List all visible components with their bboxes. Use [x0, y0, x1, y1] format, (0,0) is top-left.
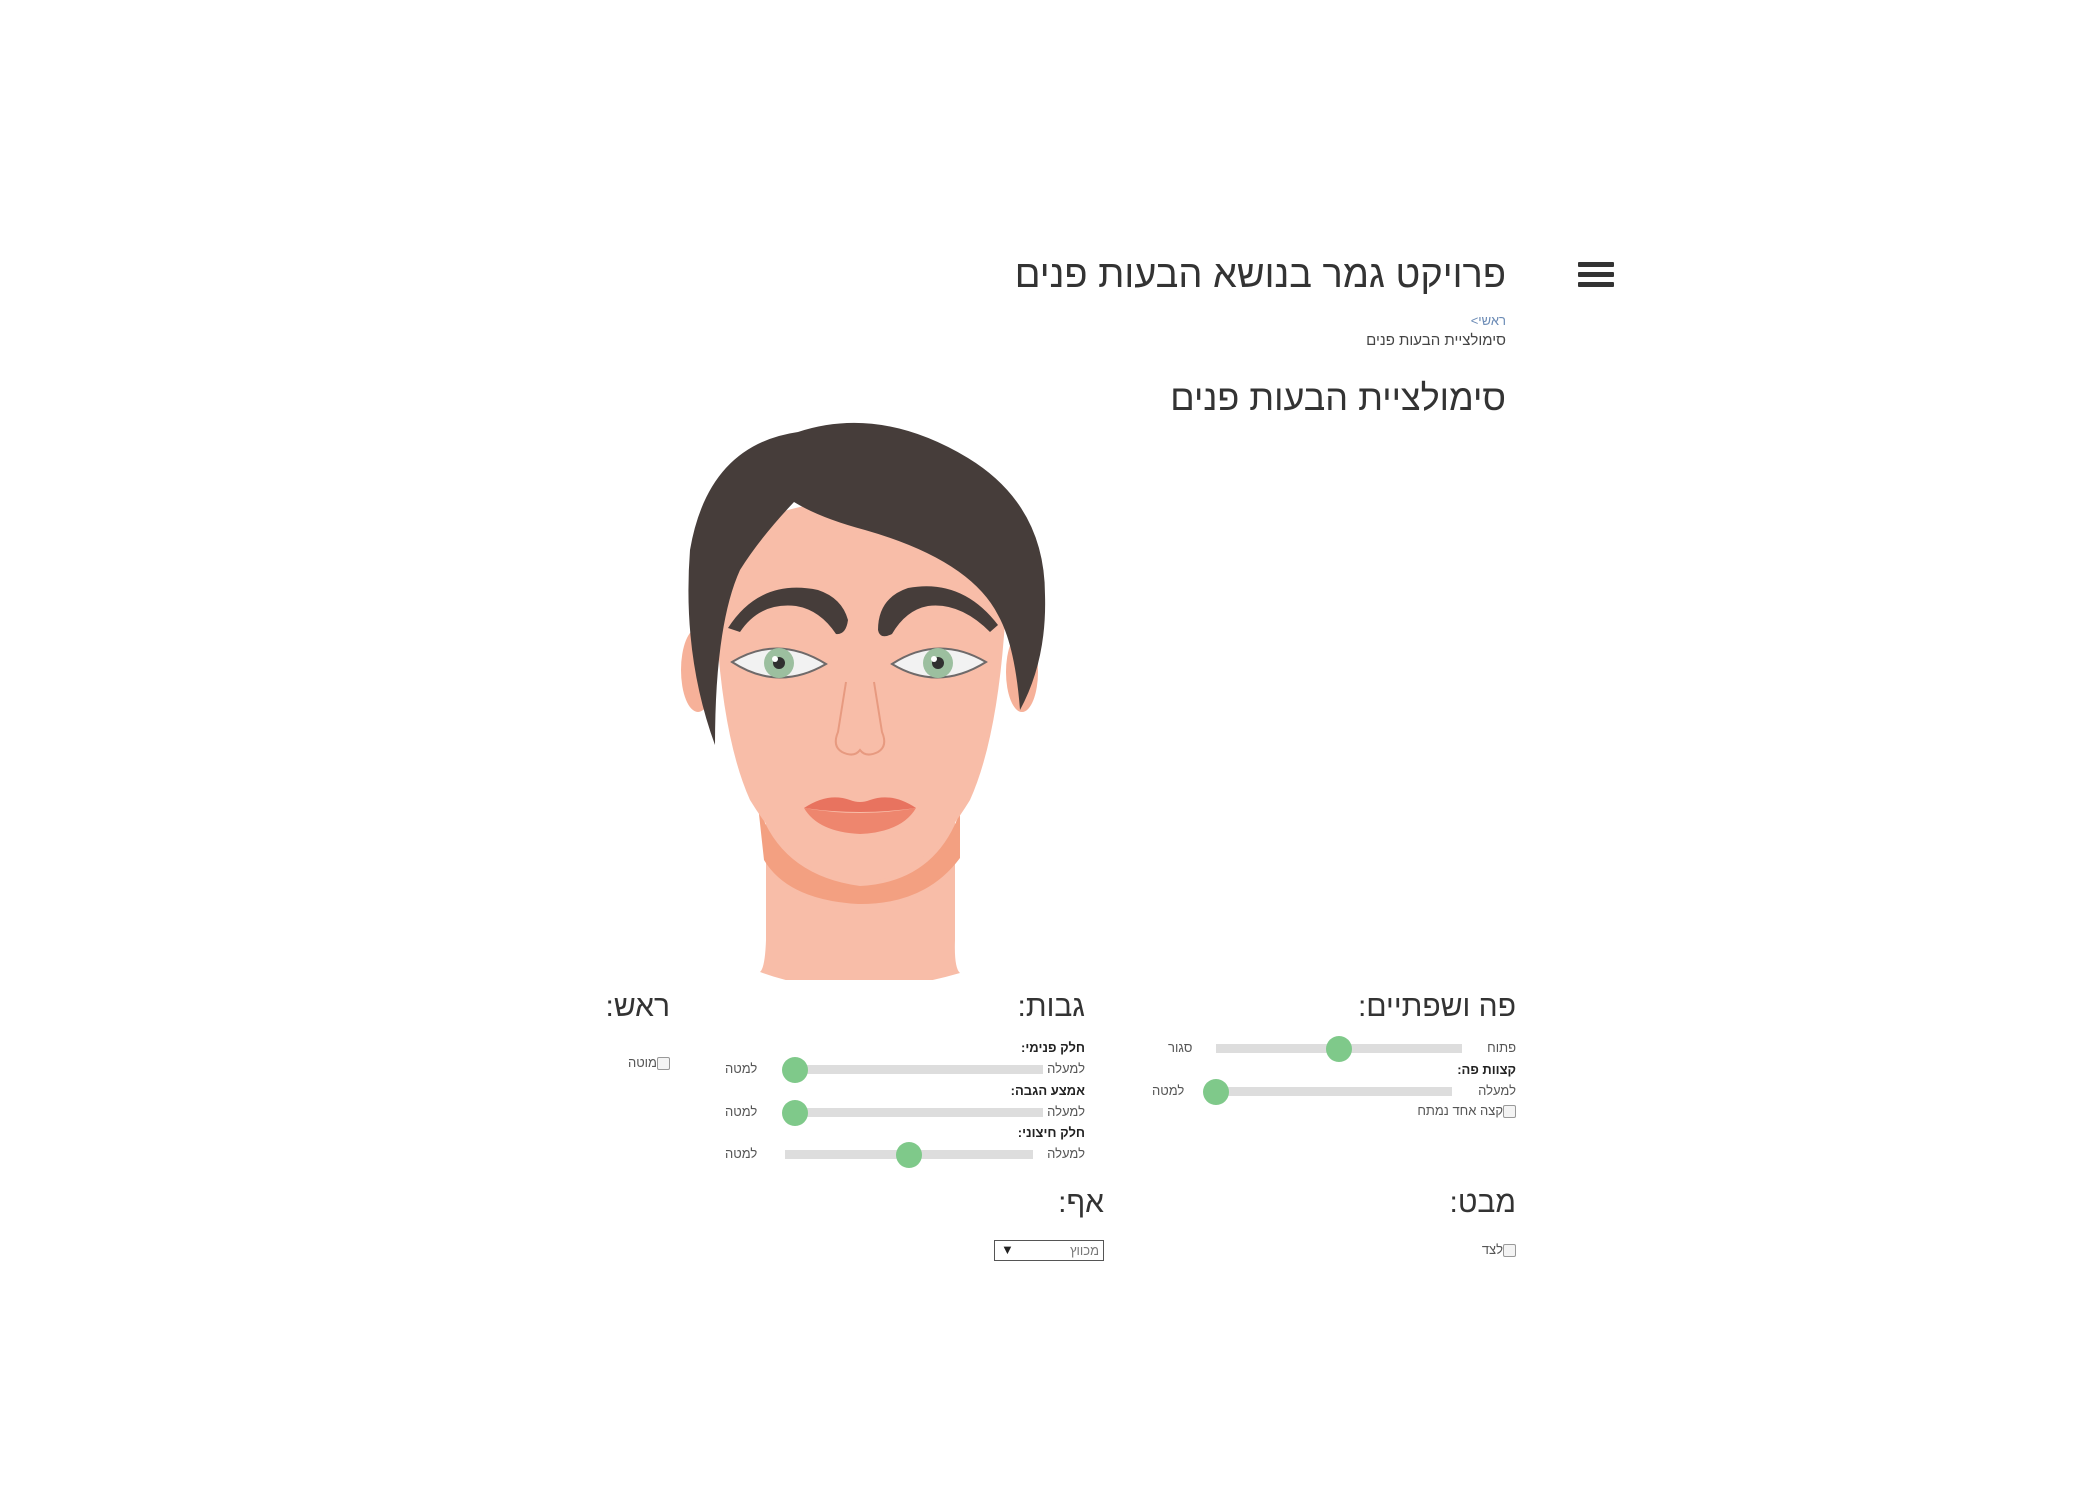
mouth-panel: פה ושפתיים: פתוח סגור קצוות פה: למעלה למ… — [1140, 990, 1516, 1130]
mouth-corners-slider-thumb[interactable] — [1203, 1079, 1229, 1105]
head-tilt-checkbox[interactable] — [657, 1057, 670, 1071]
mouth-corners-slider[interactable] — [1203, 1079, 1452, 1105]
eyebrow-inner-right-label: למעלה — [1047, 1061, 1085, 1076]
head-panel: ראש: מוטה — [600, 990, 670, 1080]
gaze-heading: מבט: — [1449, 1186, 1516, 1219]
one-side-stretched-row: קצה אחד נמתח — [1417, 1103, 1516, 1119]
menu-bar — [1578, 272, 1614, 277]
mouth-corners-label: קצוות פה: — [1457, 1062, 1516, 1077]
eyebrows-panel: גבות: חלק פנימי: למעלה למטה אמצע הגבה: ל… — [725, 990, 1085, 1170]
eyebrow-middle-right-label: למעלה — [1047, 1104, 1085, 1119]
head-tilt-label: מוטה — [627, 1055, 657, 1070]
nose-panel: אף: מכווץ ▼ — [980, 1186, 1104, 1266]
eyebrow-middle-left-label: למטה — [725, 1104, 758, 1119]
eyebrow-middle-slider[interactable] — [782, 1100, 1043, 1126]
eyebrow-outer-slider[interactable] — [785, 1142, 1033, 1168]
eyebrow-outer-left-label: למטה — [725, 1146, 758, 1161]
mouth-open-slider-row: פתוח סגור — [1140, 1036, 1516, 1062]
eyebrow-outer-slider-thumb[interactable] — [896, 1142, 922, 1168]
nose-select-value: מכווץ — [1069, 1243, 1099, 1258]
mouth-open-slider-thumb[interactable] — [1326, 1036, 1352, 1062]
breadcrumb-home-link[interactable]: ראשי> — [1471, 313, 1506, 328]
nose-heading: אף: — [1058, 1186, 1104, 1219]
breadcrumb-current: סימולציית הבעות פנים — [1366, 332, 1506, 349]
menu-bar — [1578, 262, 1614, 267]
site-title: פרויקט גמר בנושא הבעות פנים — [1014, 254, 1506, 296]
gaze-panel: מבט: לצד — [1400, 1186, 1516, 1266]
head-heading: ראש: — [605, 990, 671, 1023]
gaze-side-row: לצד — [1481, 1242, 1516, 1258]
head-tilt-row: מוטה — [627, 1055, 670, 1071]
eyebrow-middle-slider-thumb[interactable] — [782, 1100, 808, 1126]
eyebrow-outer-slider-row: למעלה למטה — [725, 1142, 1085, 1168]
face-illustration — [681, 422, 1046, 980]
eyebrow-inner-left-label: למטה — [725, 1061, 758, 1076]
nose-select[interactable]: מכווץ ▼ — [994, 1240, 1104, 1261]
one-side-stretched-label: קצה אחד נמתח — [1417, 1103, 1503, 1118]
mouth-open-left-label: סגור — [1168, 1040, 1193, 1055]
mouth-heading: פה ושפתיים: — [1357, 990, 1516, 1023]
mouth-corners-left-label: למטה — [1152, 1083, 1185, 1098]
one-side-stretched-checkbox[interactable] — [1503, 1105, 1516, 1119]
eyebrow-inner-slider[interactable] — [782, 1057, 1043, 1083]
mouth-corners-right-label: למעלה — [1478, 1083, 1516, 1098]
eyebrows-heading: גבות: — [1017, 990, 1086, 1023]
gaze-side-label: לצד — [1481, 1242, 1503, 1257]
gaze-side-checkbox[interactable] — [1503, 1244, 1516, 1258]
left-eye-highlight — [772, 656, 778, 662]
page-title: סימולציית הבעות פנים — [1170, 377, 1506, 418]
right-eye-highlight — [931, 656, 937, 662]
eyebrow-outer-label: חלק חיצוני: — [1017, 1125, 1085, 1140]
eyebrow-middle-slider-row: למעלה למטה — [725, 1100, 1085, 1126]
mouth-corners-slider-row: למעלה למטה — [1140, 1079, 1516, 1105]
eyebrow-inner-slider-row: למעלה למטה — [725, 1057, 1085, 1083]
eyebrow-middle-label: אמצע הגבה: — [1010, 1083, 1085, 1098]
eyebrow-outer-right-label: למעלה — [1047, 1146, 1085, 1161]
page: פרויקט גמר בנושא הבעות פנים ראשי> סימולצ… — [0, 0, 2100, 1500]
chevron-down-icon: ▼ — [1001, 1242, 1014, 1257]
eyebrow-inner-slider-thumb[interactable] — [782, 1057, 808, 1083]
mouth-open-right-label: פתוח — [1487, 1040, 1516, 1055]
eyebrow-inner-label: חלק פנימי: — [1021, 1040, 1085, 1055]
hamburger-menu-icon[interactable] — [1578, 262, 1614, 292]
menu-bar — [1578, 282, 1614, 287]
mouth-open-slider[interactable] — [1216, 1036, 1462, 1062]
